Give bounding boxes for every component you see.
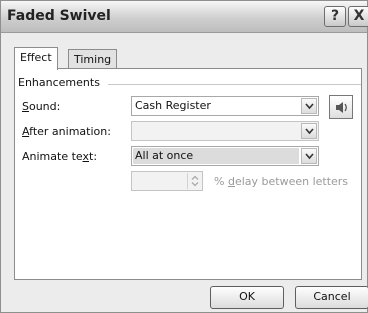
delay-label-key: d [227, 175, 235, 188]
chevron-down-icon[interactable] [301, 98, 317, 114]
sound-select[interactable]: Cash Register [131, 96, 319, 116]
animate-text-value: All at once [133, 148, 299, 164]
sound-label-post: ound: [28, 100, 61, 113]
animate-text-select[interactable]: All at once [131, 146, 319, 166]
animate-text-label-post: t: [89, 150, 98, 163]
delay-between-letters-label: % delay between letters [214, 175, 348, 188]
delay-spinner[interactable] [131, 171, 203, 191]
play-sound-button[interactable] [329, 95, 353, 119]
delay-value [133, 173, 183, 189]
chevron-down-icon[interactable] [301, 123, 317, 139]
after-animation-label-post: fter animation: [29, 125, 111, 138]
ok-button[interactable]: OK [210, 286, 284, 309]
sound-select-value: Cash Register [135, 99, 211, 112]
delay-label-post: elay between letters [234, 175, 349, 188]
help-icon: ? [330, 8, 340, 24]
speaker-icon [336, 102, 347, 113]
sound-label-key: S [22, 100, 29, 113]
dialog-title: Faded Swivel [7, 8, 111, 24]
title-bar[interactable]: Faded Swivel ? X [1, 1, 368, 33]
close-icon: X [353, 8, 365, 24]
dialog-window: Faded Swivel ? X Effect Timing Enhanceme… [0, 0, 368, 313]
group-divider [108, 84, 361, 85]
spinner-arrows-icon[interactable] [187, 173, 201, 189]
sound-label: Sound: [22, 100, 60, 113]
tab-effect[interactable]: Effect [14, 47, 58, 70]
chevron-down-icon[interactable] [301, 148, 317, 164]
delay-label-pre: % [214, 175, 228, 188]
help-button[interactable]: ? [324, 6, 346, 27]
after-animation-select[interactable] [131, 121, 319, 141]
enhancements-group-label: Enhancements [18, 76, 104, 89]
after-animation-label: After animation: [22, 125, 111, 138]
cancel-button[interactable]: Cancel [295, 286, 368, 309]
close-button[interactable]: X [348, 6, 368, 27]
animate-text-label: Animate text: [22, 150, 97, 163]
animate-text-label-pre: Animate te [22, 150, 83, 163]
after-animation-value [133, 123, 299, 139]
tab-timing[interactable]: Timing [68, 49, 118, 69]
